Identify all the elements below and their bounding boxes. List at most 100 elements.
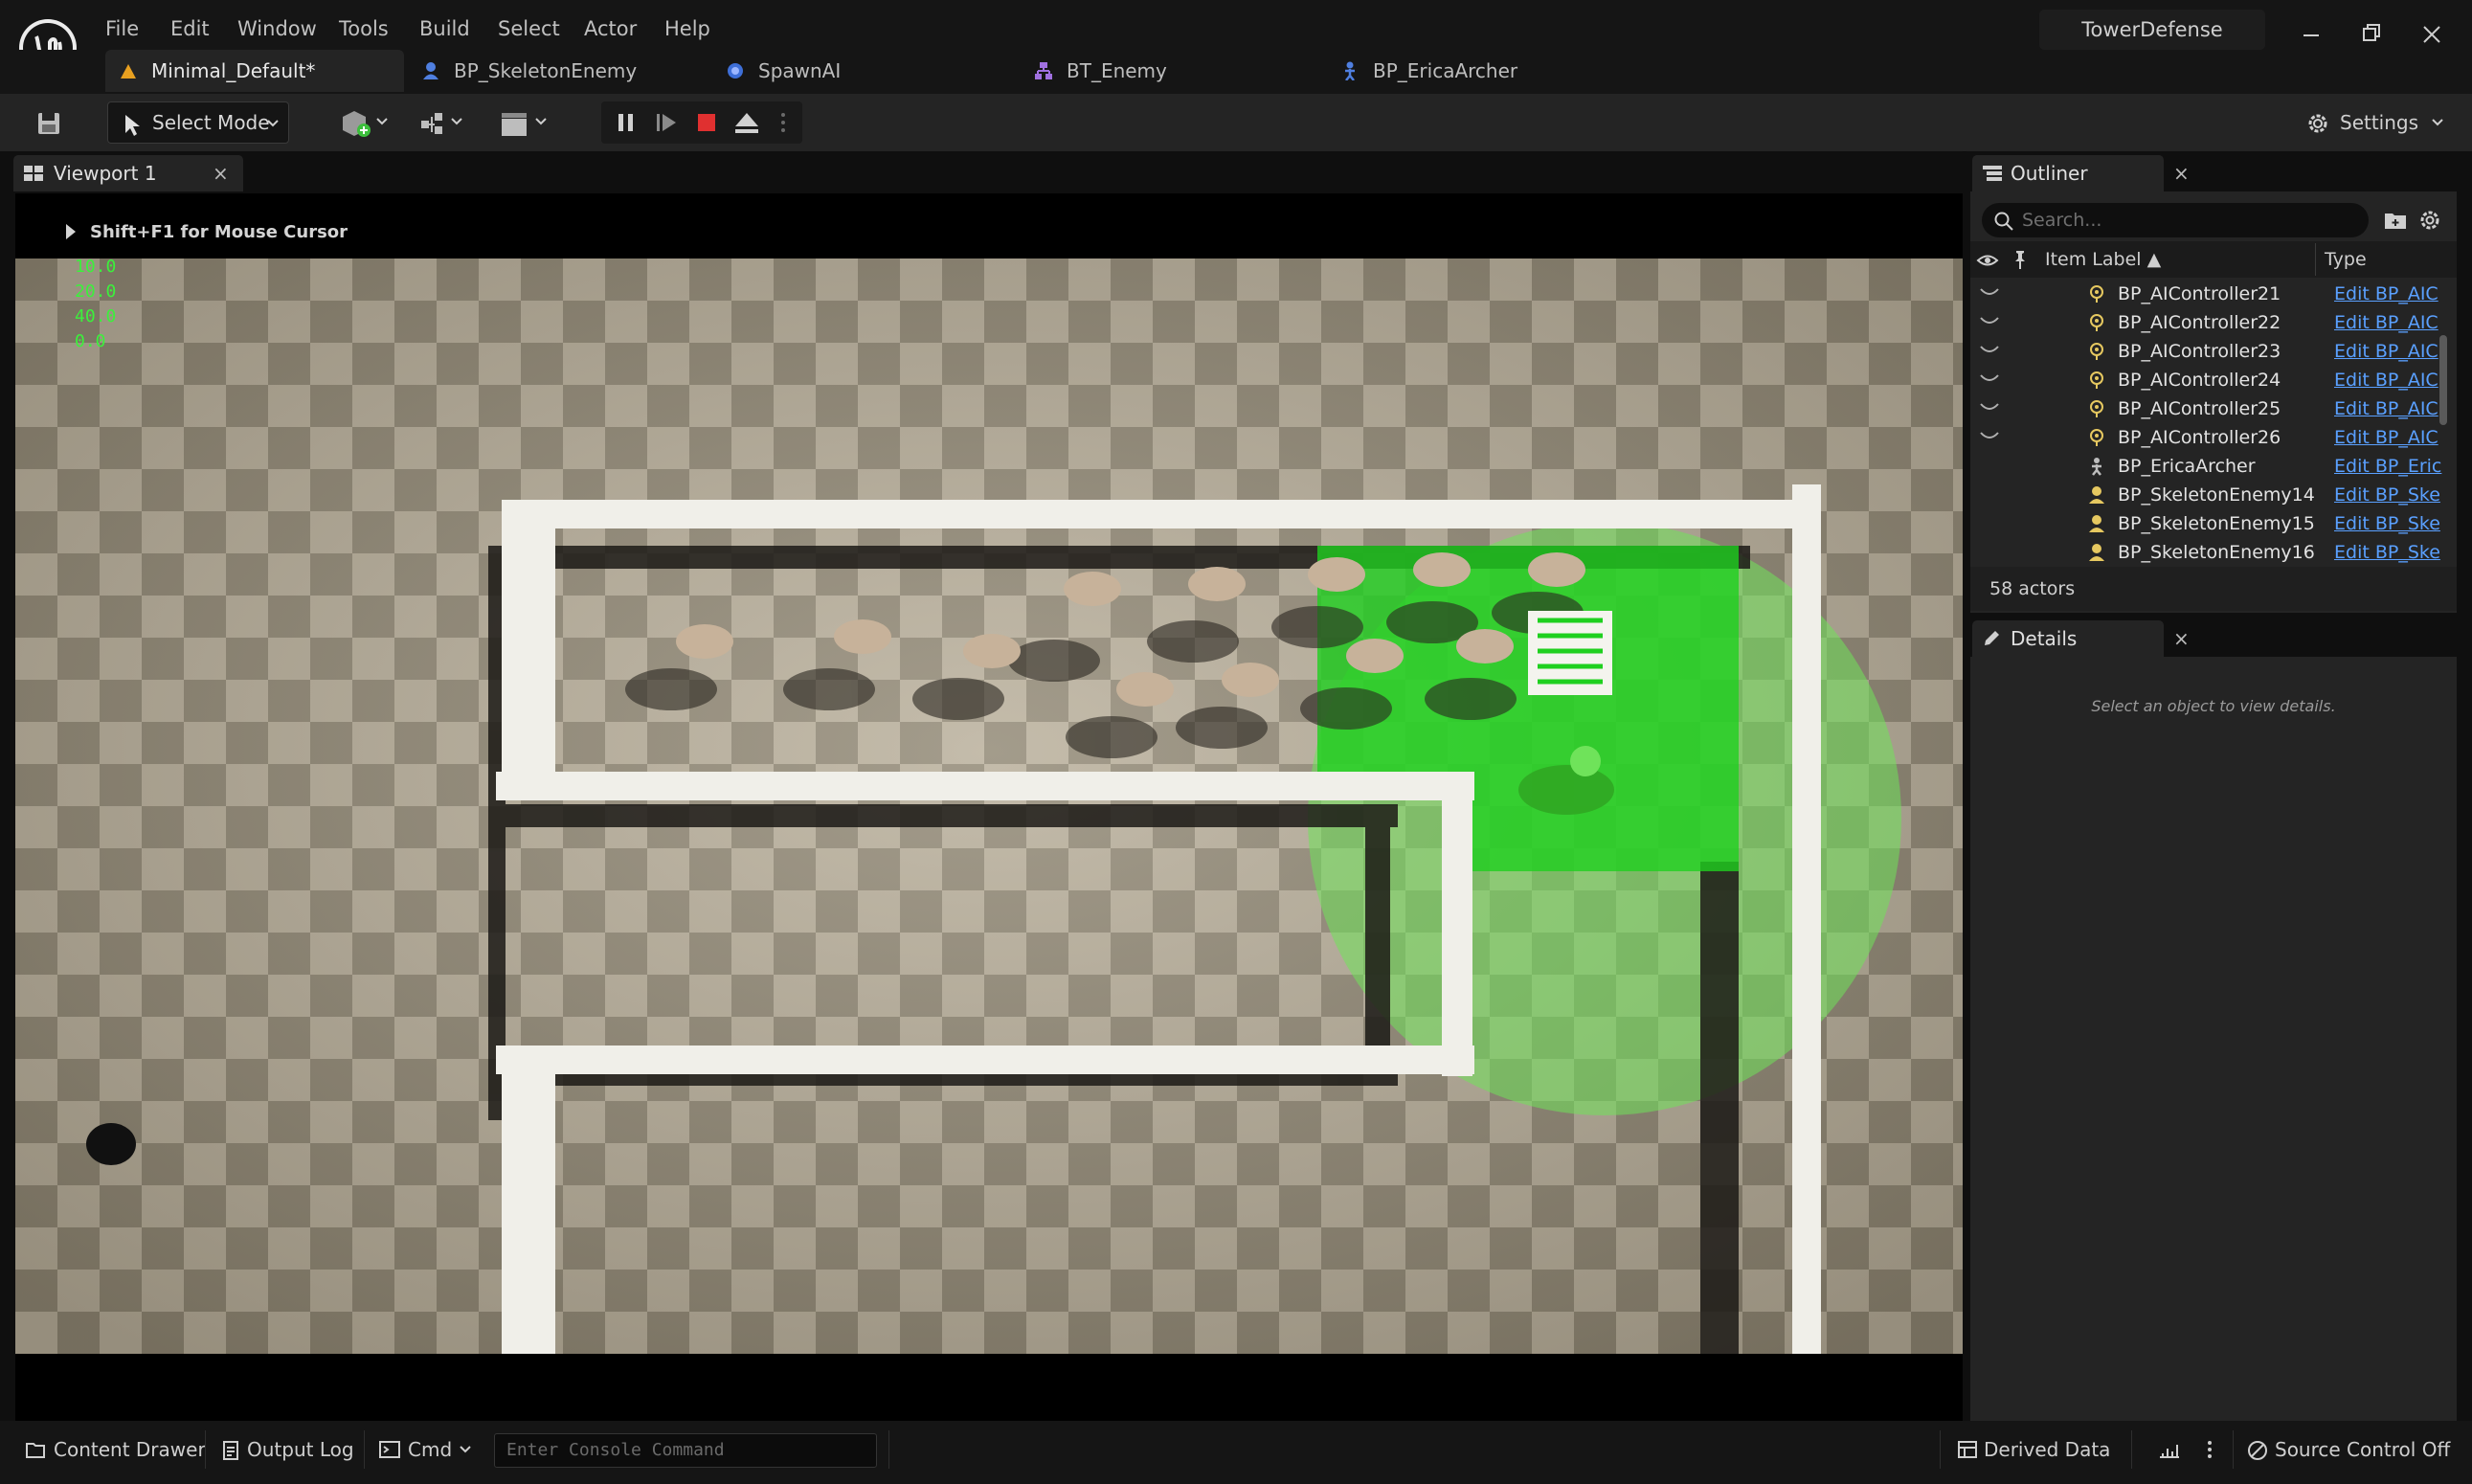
outliner-row[interactable]: BP_SkeletonEnemy15 Edit BP_Ske	[1970, 509, 2440, 538]
eye-icon[interactable]	[1978, 341, 2001, 362]
row-type-link[interactable]: Edit BP_Ske	[2334, 509, 2457, 538]
content-drawer-button[interactable]: Content Drawer	[25, 1428, 206, 1471]
row-type-link[interactable]: Edit BP_Ske	[2334, 481, 2457, 509]
eye-icon[interactable]	[1978, 398, 2001, 419]
outliner-row[interactable]: BP_SkeletonEnemy16 Edit BP_Ske	[1970, 538, 2440, 567]
row-type-link[interactable]: Edit BP_AIC	[2334, 308, 2457, 337]
play-options-button[interactable]	[770, 101, 797, 144]
mouse-cursor-hint: Shift+F1 for Mouse Cursor	[90, 222, 348, 242]
outliner-scrollbar[interactable]	[2439, 335, 2447, 425]
trace-button[interactable]	[2154, 1428, 2187, 1471]
stat-line: 40.0	[75, 306, 117, 326]
frame-skip-button[interactable]	[649, 101, 684, 144]
outliner-row[interactable]: BP_AIController25 Edit BP_AIC	[1970, 394, 2439, 423]
tab-bp-skeletonenemy[interactable]: BP_SkeletonEnemy	[408, 50, 695, 92]
row-type-link[interactable]: Edit BP_AIC	[2334, 337, 2457, 366]
divider	[888, 1430, 889, 1469]
menu-actor[interactable]: Actor	[584, 13, 637, 44]
derived-data-label: Derived Data	[1984, 1438, 2111, 1461]
outliner-settings-button[interactable]	[2415, 205, 2445, 236]
eye-icon[interactable]	[1978, 312, 2001, 333]
derived-data-button[interactable]: Derived Data	[1957, 1428, 2120, 1471]
row-name: BP_SkeletonEnemy16	[2118, 542, 2315, 563]
eye-icon[interactable]	[1978, 427, 2001, 448]
actor-count: 58 actors	[1970, 567, 2457, 611]
menu-tools[interactable]: Tools	[339, 13, 389, 44]
row-name: BP_AIController25	[2118, 398, 2281, 419]
close-icon[interactable]: ×	[2173, 620, 2190, 657]
outliner-row[interactable]: BP_AIController22 Edit BP_AIC	[1970, 308, 2439, 337]
blueprints-button[interactable]	[414, 101, 477, 144]
pause-button[interactable]	[609, 101, 643, 144]
cursor-arrow-icon	[125, 115, 140, 136]
row-type-link[interactable]: Edit BP_AIC	[2334, 280, 2457, 308]
save-icon	[38, 113, 59, 134]
outliner-row[interactable]: BP_AIController24 Edit BP_AIC	[1970, 366, 2439, 394]
console-placeholder: Enter Console Command	[506, 1440, 725, 1460]
menu-file[interactable]: File	[105, 13, 139, 44]
character-blueprint-icon	[1340, 61, 1360, 80]
stat-line: 20.0	[75, 281, 117, 302]
tab-spawnai[interactable]: SpawnAI	[712, 50, 1000, 92]
stat-line: 0.0	[75, 331, 106, 351]
column-item-label[interactable]: Item Label ▲	[2045, 241, 2161, 278]
menu-select[interactable]: Select	[498, 13, 560, 44]
search-icon	[1994, 212, 2013, 231]
details-panel	[1970, 657, 2457, 1421]
close-icon[interactable]: ×	[213, 155, 229, 191]
log-icon	[223, 1441, 238, 1460]
row-type-link[interactable]: Edit BP_AIC	[2334, 423, 2457, 452]
outliner-row[interactable]: BP_AIController23 Edit BP_AIC	[1970, 337, 2439, 366]
tab-details[interactable]: Details ×	[1972, 620, 2190, 657]
project-name: TowerDefense	[2039, 10, 2265, 50]
cinematics-button[interactable]	[494, 101, 557, 144]
close-icon[interactable]: ×	[2173, 155, 2190, 191]
settings-label: Settings	[2340, 111, 2419, 134]
add-folder-button[interactable]	[2380, 205, 2411, 236]
column-divider[interactable]	[2315, 243, 2316, 276]
menu-build[interactable]: Build	[419, 13, 470, 44]
pin-icon[interactable]	[2011, 249, 2030, 270]
eject-button[interactable]	[730, 101, 764, 144]
tab-viewport-1[interactable]: Viewport 1 ×	[13, 155, 243, 191]
eye-icon[interactable]	[1978, 283, 2001, 304]
tab-bt-enemy[interactable]: BT_Enemy	[1021, 50, 1250, 92]
tab-minimal-default[interactable]: Minimal_Default*	[105, 50, 404, 92]
outliner-search-input[interactable]: Search...	[1982, 203, 2369, 237]
select-mode-dropdown[interactable]: Select Mode	[107, 101, 289, 144]
level-scene[interactable]	[15, 259, 1963, 1354]
row-type-link[interactable]: Edit BP_Ske	[2334, 538, 2457, 567]
output-log-button[interactable]: Output Log	[222, 1428, 356, 1471]
eye-icon[interactable]	[1976, 251, 1999, 270]
menu-window[interactable]: Window	[237, 13, 317, 44]
tab-outliner[interactable]: Outliner ×	[1972, 155, 2190, 191]
pawn-icon	[2089, 544, 2104, 561]
eye-icon[interactable]	[1978, 370, 2001, 391]
outliner-row[interactable]: BP_AIController21 Edit BP_AIC	[1970, 280, 2439, 308]
save-button[interactable]	[25, 101, 71, 144]
derived-data-icon	[1958, 1441, 1977, 1458]
menu-help[interactable]: Help	[664, 13, 710, 44]
outliner-row[interactable]: BP_EricaArcher Edit BP_Eric	[1970, 452, 2441, 481]
cmd-dropdown[interactable]: Cmd	[379, 1428, 479, 1471]
divider	[364, 1430, 365, 1469]
row-type-link[interactable]: Edit BP_Eric	[2334, 452, 2457, 481]
level-icon	[119, 61, 138, 80]
add-actor-button[interactable]	[335, 101, 398, 144]
console-command-input[interactable]: Enter Console Command	[494, 1433, 877, 1468]
stop-button[interactable]	[689, 101, 724, 144]
source-control-button[interactable]: Source Control Off	[2246, 1428, 2450, 1471]
menu-edit[interactable]: Edit	[170, 13, 210, 44]
outliner-row[interactable]: BP_SkeletonEnemy14 Edit BP_Ske	[1970, 481, 2440, 509]
stop-icon	[698, 114, 715, 131]
character-icon	[2092, 458, 2101, 476]
tab-bp-ericaarcher[interactable]: BP_EricaArcher	[1327, 50, 1595, 92]
chevron-down-icon	[460, 1446, 471, 1453]
column-type[interactable]: Type	[2325, 241, 2367, 278]
content-drawer-label: Content Drawer	[54, 1438, 206, 1461]
viewport-tab-label: Viewport 1	[54, 162, 157, 185]
outliner-row[interactable]: BP_AIController26 Edit BP_AIC	[1970, 423, 2439, 452]
status-options-button[interactable]	[2200, 1428, 2219, 1471]
row-type-link[interactable]: Edit BP_AIC	[2334, 366, 2457, 394]
row-type-link[interactable]: Edit BP_AIC	[2334, 394, 2457, 423]
